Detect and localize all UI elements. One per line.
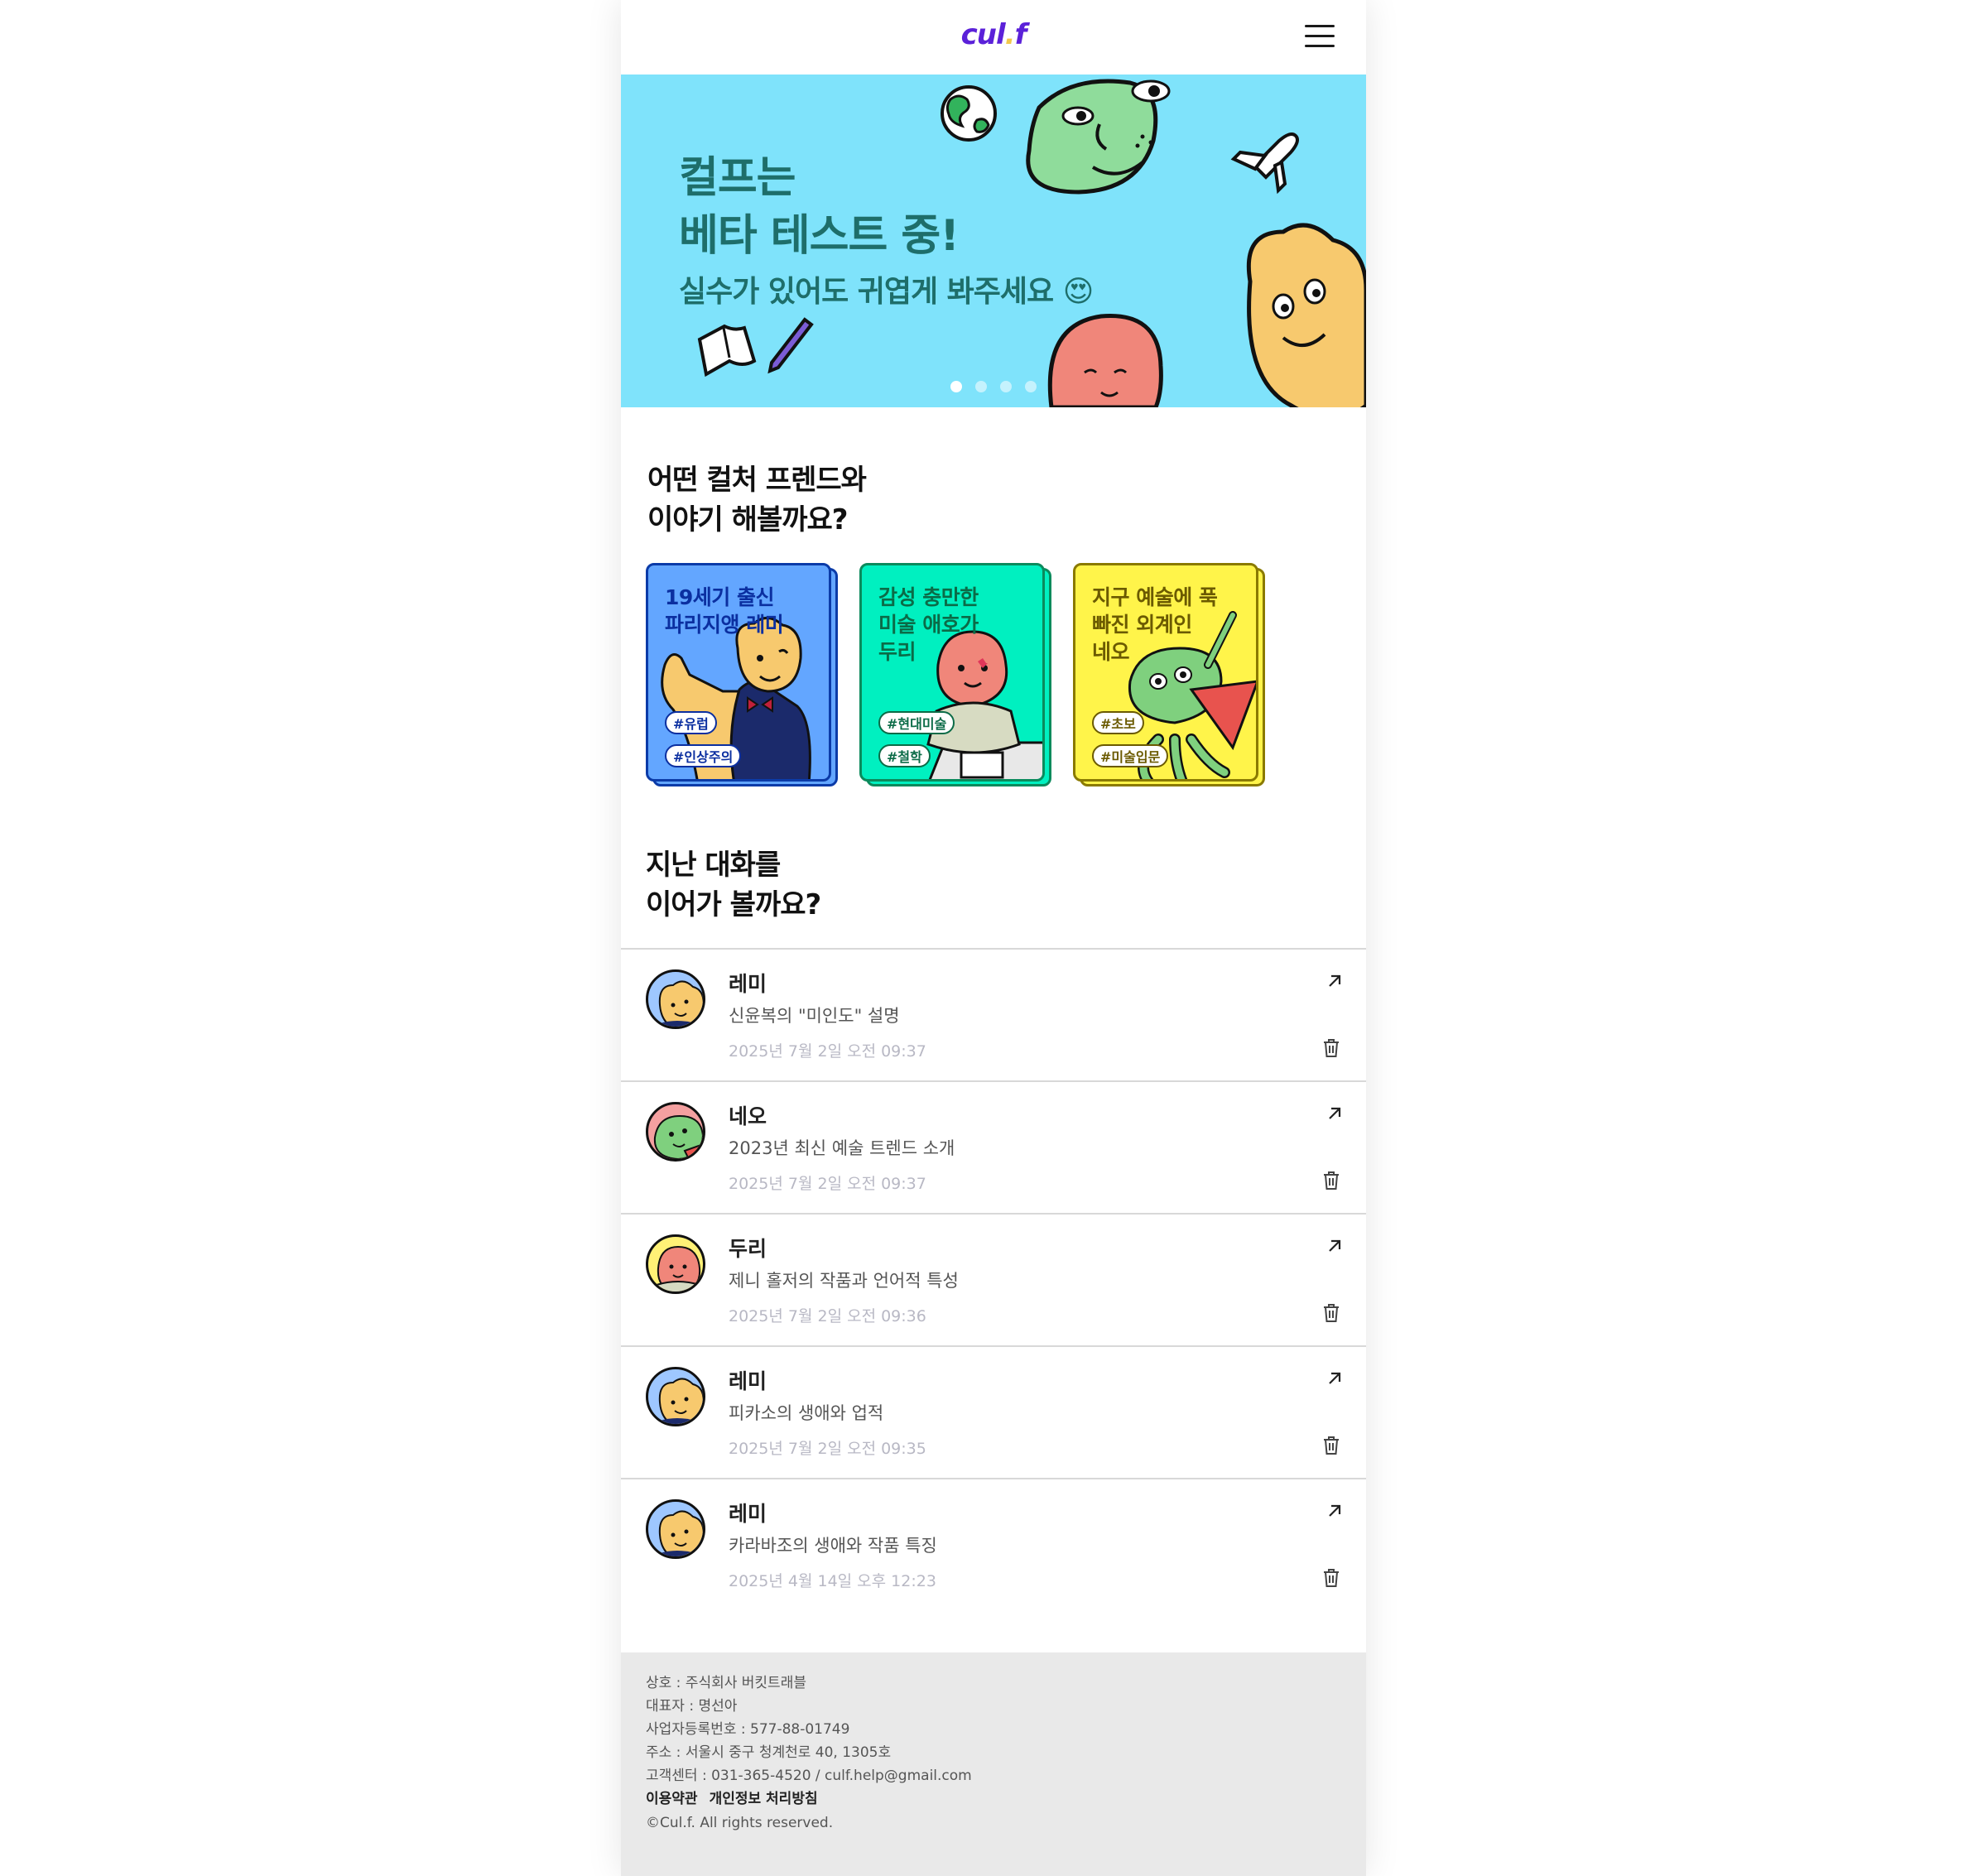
friends-section-title: 어떤 컬처 프렌드와 이야기 해볼까요? [647, 464, 867, 536]
conversation-topic: 피카소의 생애와 업적 [729, 1403, 884, 1423]
conversation-date: 2025년 7월 2일 오전 09:36 [729, 1307, 926, 1325]
culf-logo[interactable]: cul.f [621, 18, 1366, 51]
privacy-link[interactable]: 개인정보 처리방침 [710, 1791, 818, 1807]
terms-link[interactable]: 이용약관 [646, 1791, 698, 1807]
conversation-topic: 제니 홀저의 작품과 언어적 특성 [729, 1271, 959, 1291]
footer-copyright: ©Cul.f. All rights reserved. [646, 1815, 834, 1831]
book-icon [697, 324, 757, 378]
card-title: 지구 예술에 푹 빠진 외계인 네오 [1092, 585, 1218, 664]
tag-badge: #유럽 [665, 711, 717, 734]
card-title: 감성 충만한 미술 애호가 두리 [878, 585, 979, 664]
trash-icon[interactable] [1321, 1567, 1341, 1589]
carousel-dot-2[interactable] [975, 381, 987, 392]
arrow-up-right-icon[interactable] [1325, 971, 1345, 991]
tag-badge: #현대미술 [878, 711, 955, 734]
friend-name: 레미 [729, 1369, 767, 1393]
friend-card-duri[interactable]: 감성 충만한 미술 애호가 두리 #현대미술 #철학 [859, 563, 1051, 786]
arrow-up-right-icon[interactable] [1325, 1104, 1345, 1123]
logo-dot: . [1004, 18, 1016, 51]
trash-icon[interactable] [1321, 1170, 1341, 1191]
arrow-up-right-icon[interactable] [1325, 1236, 1345, 1256]
conversation-topic: 신윤복의 "미인도" 설명 [729, 1006, 900, 1026]
conversation-date: 2025년 7월 2일 오전 09:37 [729, 1175, 926, 1193]
app-container: cul.f 컬프는 베타 테스트 중! 실수가 있어도 귀엽게 봐주세요 😍 어… [621, 0, 1366, 1876]
carousel-dot-3[interactable] [1000, 381, 1012, 392]
green-character-illustration [1026, 79, 1171, 195]
arrow-up-right-icon[interactable] [1325, 1369, 1345, 1388]
carousel-dots [621, 380, 1366, 396]
tag-badge: #철학 [878, 744, 931, 767]
arrow-up-right-icon[interactable] [1325, 1501, 1345, 1521]
conversation-topic: 2023년 최신 예술 트렌드 소개 [729, 1138, 955, 1158]
tag-badge: #초보 [1092, 711, 1144, 734]
card-title: 19세기 출신 파리지앵 레미 [665, 585, 784, 637]
friend-name: 두리 [729, 1237, 767, 1261]
history-item[interactable]: 레미 카라바조의 생애와 작품 특징 2025년 4월 14일 오후 12:23 [621, 1478, 1366, 1611]
trash-icon[interactable] [1321, 1037, 1341, 1059]
beta-banner[interactable]: 컬프는 베타 테스트 중! 실수가 있어도 귀엽게 봐주세요 😍 [621, 75, 1366, 407]
friend-card-neo[interactable]: 지구 예술에 푹 빠진 외계인 네오 #초보 #미술입문 [1073, 563, 1265, 786]
footer-address: 주소 : 서울시 중구 청계천로 40, 1305호 [646, 1744, 892, 1761]
carousel-dot-4[interactable] [1025, 381, 1037, 392]
globe-icon [941, 85, 997, 142]
conversation-date: 2025년 7월 2일 오전 09:37 [729, 1042, 926, 1061]
friend-card-remi[interactable]: 19세기 출신 파리지앵 레미 #유럽 #인상주의 [646, 563, 838, 786]
footer-contact: 고객센터 : 031-365-4520 / culf.help@gmail.co… [646, 1768, 972, 1784]
friend-name: 레미 [729, 972, 767, 996]
avatar-remi [646, 1367, 705, 1426]
card-front: 감성 충만한 미술 애호가 두리 #현대미술 #철학 [859, 563, 1045, 782]
history-item[interactable]: 네오 2023년 최신 예술 트렌드 소개 2025년 7월 2일 오전 09:… [621, 1080, 1366, 1214]
history-item[interactable]: 레미 신윤복의 "미인도" 설명 2025년 7월 2일 오전 09:37 [621, 948, 1366, 1081]
footer-ceo: 대표자 : 명선아 [646, 1698, 738, 1715]
history-item[interactable]: 두리 제니 홀저의 작품과 언어적 특성 2025년 7월 2일 오전 09:3… [621, 1213, 1366, 1346]
footer: 상호 : 주식회사 버킷트래블 대표자 : 명선아 사업자등록번호 : 577-… [621, 1652, 1366, 1876]
friend-cards: 19세기 출신 파리지앵 레미 #유럽 #인상주의 감성 충만한 미술 애호가 … [646, 563, 1358, 786]
tag-badge: #미술입문 [1092, 744, 1169, 767]
friend-name: 레미 [729, 1502, 767, 1526]
trash-icon[interactable] [1321, 1302, 1341, 1324]
hamburger-menu-icon[interactable] [1305, 25, 1335, 48]
conversation-date: 2025년 4월 14일 오후 12:23 [729, 1572, 936, 1590]
footer-company: 상호 : 주식회사 버킷트래블 [646, 1675, 806, 1691]
airplane-icon [1230, 132, 1299, 195]
banner-title: 컬프는 베타 테스트 중! [679, 153, 960, 261]
avatar-remi [646, 1499, 705, 1559]
friend-name: 네오 [729, 1104, 767, 1128]
history-item[interactable]: 레미 피카소의 생애와 업적 2025년 7월 2일 오전 09:35 [621, 1345, 1366, 1479]
history-section-title: 지난 대화를 이어가 볼까요? [646, 849, 821, 921]
avatar-neo [646, 1102, 705, 1162]
trash-icon[interactable] [1321, 1435, 1341, 1456]
avatar-duri [646, 1234, 705, 1294]
logo-text: cul [960, 18, 1006, 51]
top-header: cul.f [621, 0, 1366, 75]
conversation-topic: 카라바조의 생애와 작품 특징 [729, 1536, 937, 1556]
banner-subtitle: 실수가 있어도 귀엽게 봐주세요 😍 [679, 275, 1095, 309]
conversation-date: 2025년 7월 2일 오전 09:35 [729, 1440, 926, 1458]
tag-badge: #인상주의 [665, 744, 742, 767]
logo-text-end: f [1014, 18, 1027, 51]
card-front: 19세기 출신 파리지앵 레미 #유럽 #인상주의 [646, 563, 831, 782]
heart-eyes-emoji: 😍 [1062, 275, 1095, 309]
footer-links: 이용약관 개인정보 처리방침 [646, 1787, 830, 1807]
avatar-remi [646, 969, 705, 1029]
carousel-dot-1[interactable] [950, 381, 962, 392]
card-front: 지구 예술에 푹 빠진 외계인 네오 #초보 #미술입문 [1073, 563, 1258, 782]
pen-icon [767, 317, 814, 374]
footer-business-number: 사업자등록번호 : 577-88-01749 [646, 1721, 850, 1738]
